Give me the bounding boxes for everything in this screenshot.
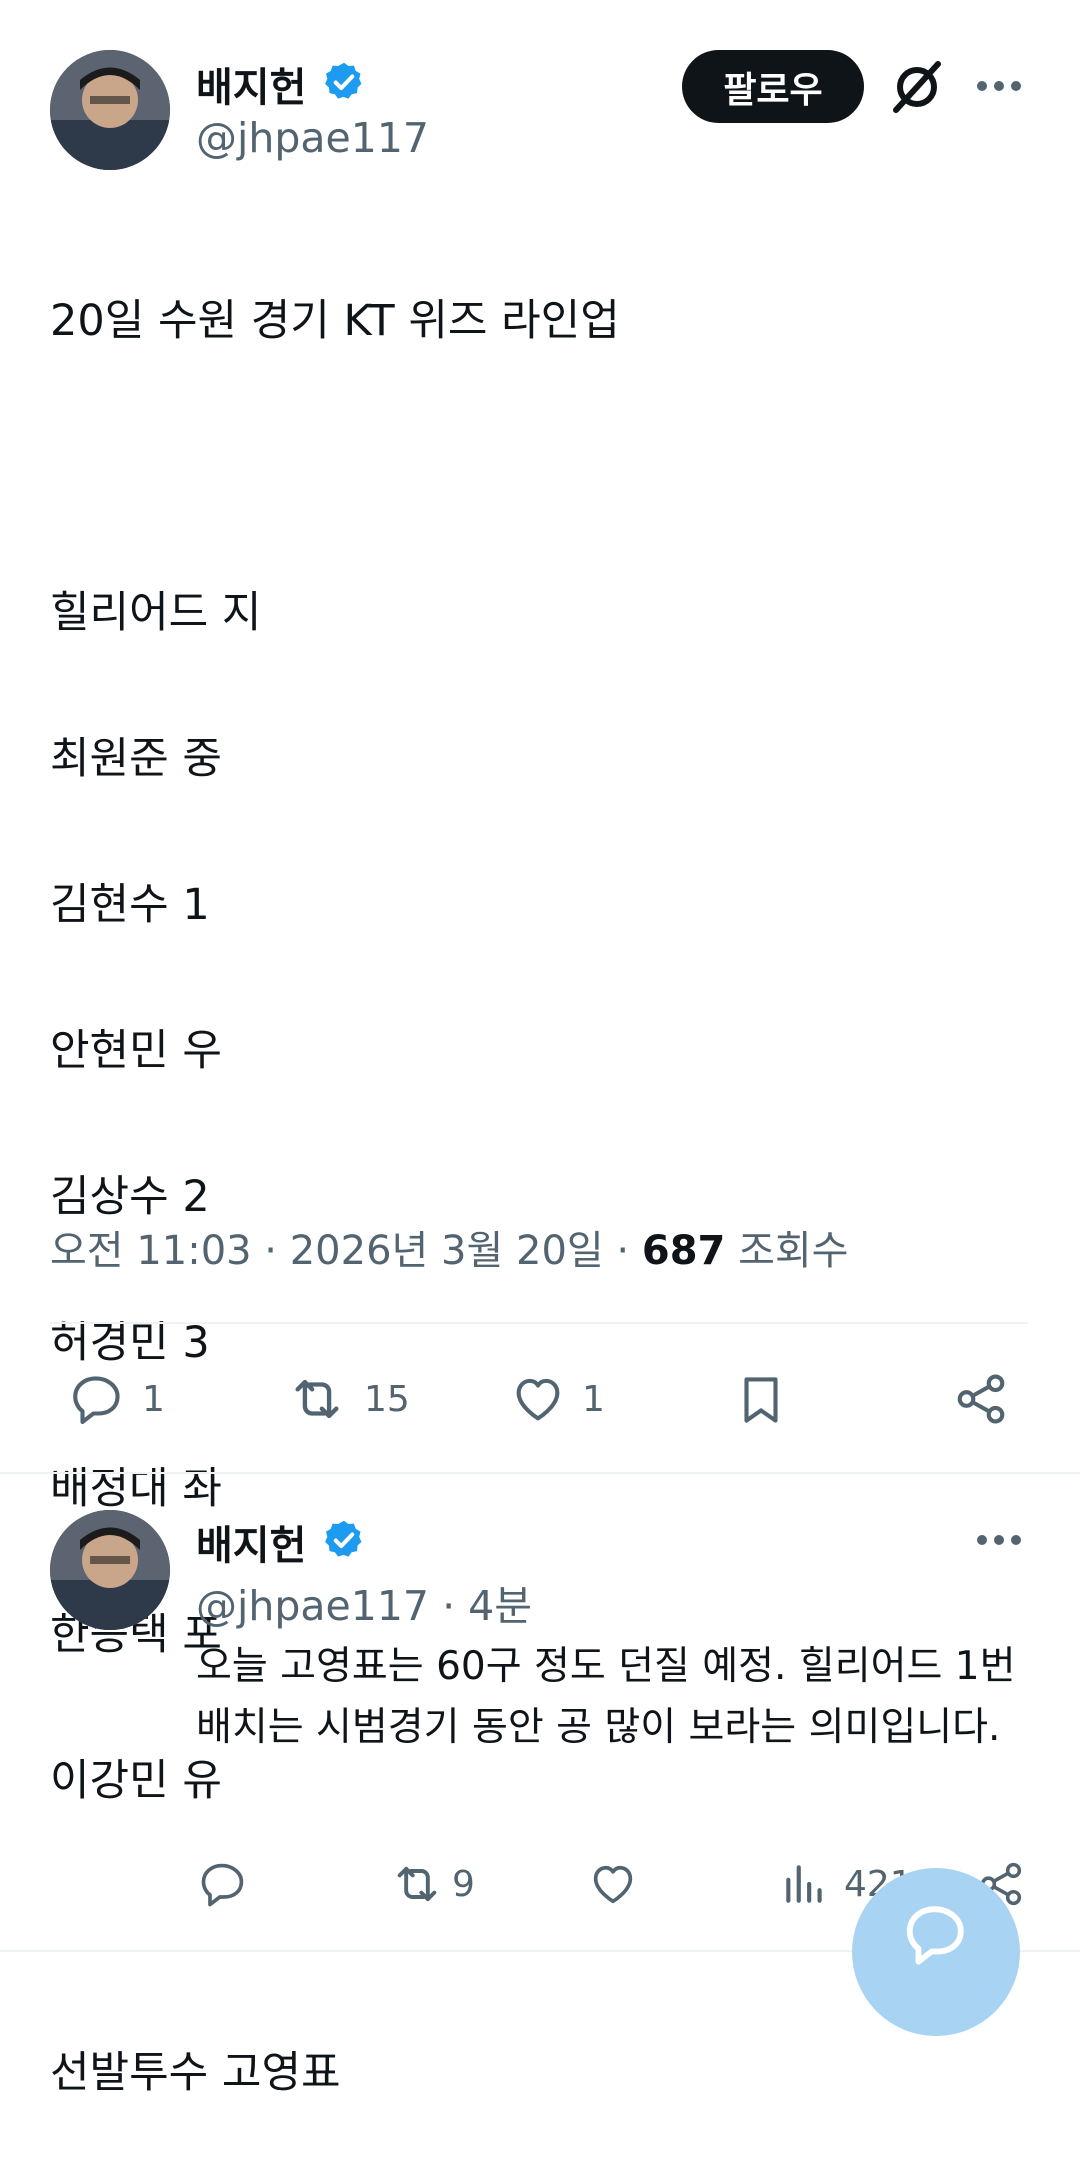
tweet-line: 김현수 1 bbox=[50, 880, 210, 930]
author-handle[interactable]: @jhpae117 bbox=[196, 114, 429, 162]
more-options-icon[interactable] bbox=[976, 78, 1022, 94]
heart-icon bbox=[593, 1865, 633, 1904]
like-count: 1 bbox=[582, 1378, 605, 1420]
compose-fab[interactable] bbox=[852, 1868, 1020, 2036]
reply-retweet-button[interactable]: 9 bbox=[388, 1858, 475, 1910]
reply-button[interactable]: 1 bbox=[66, 1370, 165, 1428]
divider bbox=[0, 1472, 1080, 1474]
reply-retweet-count: 9 bbox=[452, 1863, 475, 1905]
follow-button[interactable]: 팔로우 bbox=[682, 50, 864, 123]
reply-time[interactable]: · 4분 bbox=[442, 1582, 532, 1630]
tweet-time[interactable]: 오전 11:03 · 2026년 3월 20일 · bbox=[50, 1228, 629, 1274]
views-count: 687 bbox=[641, 1228, 726, 1274]
heart-icon bbox=[516, 1378, 560, 1421]
tweet-line: 힐리어드 지 bbox=[50, 588, 262, 638]
avatar[interactable] bbox=[50, 50, 170, 170]
retweet-count: 15 bbox=[364, 1378, 410, 1420]
retweet-button[interactable]: 15 bbox=[284, 1370, 410, 1428]
retweet-icon bbox=[295, 1379, 339, 1419]
retweet-icon bbox=[397, 1866, 437, 1902]
reply-count: 1 bbox=[142, 1378, 165, 1420]
reply-reply-button[interactable] bbox=[196, 1858, 264, 1910]
tweet-line: 최원준 중 bbox=[50, 734, 222, 784]
reply-icon bbox=[73, 1376, 120, 1425]
reply-icon bbox=[201, 1863, 244, 1907]
reply-handle[interactable]: @jhpae117 bbox=[196, 1582, 429, 1630]
grok-icon[interactable] bbox=[888, 58, 946, 116]
like-button[interactable]: 1 bbox=[508, 1370, 605, 1428]
divider bbox=[50, 1322, 1028, 1324]
reply-author-name[interactable]: 배지헌 bbox=[196, 1513, 306, 1571]
verified-badge-icon bbox=[325, 62, 362, 99]
tweet-line bbox=[50, 431, 1030, 504]
more-options-icon[interactable] bbox=[976, 1532, 1022, 1548]
reply-avatar[interactable] bbox=[50, 1510, 170, 1630]
analytics-icon bbox=[786, 1865, 822, 1903]
views-label: 조회수 bbox=[738, 1228, 849, 1274]
chat-bubble-icon bbox=[906, 1906, 964, 1965]
share-icon[interactable] bbox=[952, 1370, 1010, 1428]
author-name[interactable]: 배지헌 bbox=[196, 55, 306, 113]
verified-badge-icon bbox=[325, 1520, 362, 1557]
tweet-line: 안현민 우 bbox=[50, 1026, 222, 1076]
bookmark-icon[interactable] bbox=[732, 1370, 790, 1430]
tweet-line: 선발투수 고영표 bbox=[50, 2048, 341, 2098]
reply-text: 오늘 고영표는 60구 정도 던질 예정. 힐리어드 1번 배치는 시범경기 동… bbox=[196, 1644, 1016, 1750]
tweet-line: 20일 수원 경기 KT 위즈 라인업 bbox=[50, 296, 620, 346]
reply-handle-line: @jhpae117 · 4분 bbox=[196, 1572, 532, 1632]
tweet-meta: 오전 11:03 · 2026년 3월 20일 · 687 조회수 bbox=[50, 1218, 848, 1276]
reply-like-button[interactable] bbox=[586, 1858, 654, 1910]
